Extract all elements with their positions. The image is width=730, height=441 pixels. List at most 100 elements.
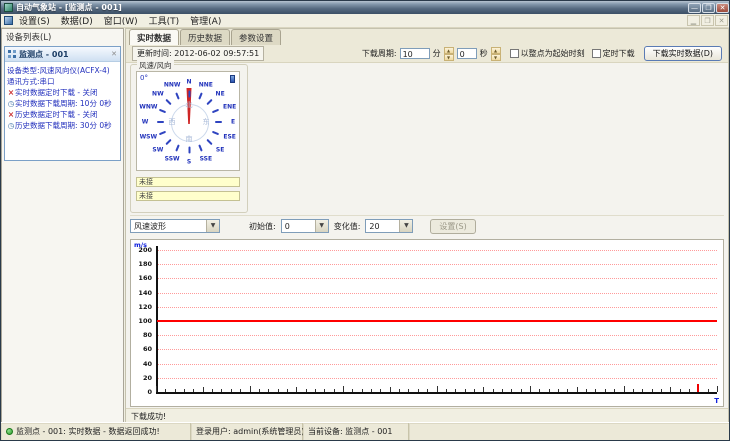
x-tick	[604, 389, 606, 392]
minutes-stepper[interactable]: ▲ ▼	[443, 47, 454, 61]
settings-button[interactable]: 设置(S)	[430, 218, 476, 234]
compass-direction-SSW: SSW	[164, 155, 180, 163]
menu-item-1[interactable]: 数据(D)	[61, 14, 93, 27]
gridline-y-60	[156, 349, 717, 351]
wind-direction-readout: 未接	[136, 191, 240, 201]
y-tick-label: 160	[138, 274, 152, 283]
x-tick	[371, 389, 373, 392]
x-tick	[586, 389, 588, 392]
x-tick	[688, 389, 690, 392]
y-tick-label: 20	[142, 373, 152, 382]
gridline-y-180	[156, 264, 717, 266]
compass-direction-SSE: SSE	[199, 155, 213, 163]
wind-speed-readout: 未接	[136, 177, 240, 187]
x-tick	[165, 389, 167, 392]
update-time-field: 更新时间: 2012-06-02 09:57:51	[132, 46, 265, 61]
x-tick	[576, 387, 578, 392]
x-tick	[380, 389, 382, 392]
compass-tick	[156, 121, 164, 123]
y-tick-label: 100	[138, 317, 152, 325]
menu-item-0[interactable]: 设置(S)	[19, 14, 50, 27]
y-tick-label: 0	[147, 388, 152, 396]
download-realtime-button[interactable]: 下载实时数据(D)	[643, 46, 722, 61]
tab-实时数据[interactable]: 实时数据	[129, 29, 180, 46]
initial-value-select[interactable]: 0 ▼	[280, 219, 329, 233]
device-info-line: ×历史数据定时下载 - 关闭	[7, 110, 98, 119]
clock-icon: ◷	[7, 121, 15, 130]
y-tick-label: 200	[138, 246, 152, 254]
chevron-down-icon[interactable]: ▼	[314, 220, 328, 232]
menu-item-2[interactable]: 窗口(W)	[104, 14, 138, 27]
panel-close-icon[interactable]: ✕	[111, 50, 117, 58]
tab-历史数据[interactable]: 历史数据	[180, 29, 231, 45]
chart-controls-row: 风速波形 ▼ 初始值: 0 ▼ 变化值: 20 ▼ 设置(S)	[130, 215, 724, 236]
seconds-stepper[interactable]: ▲ ▼	[490, 47, 501, 61]
checkbox-box[interactable]	[509, 49, 519, 58]
minutes-unit-label: 分	[432, 49, 441, 58]
y-tick-label: 80	[142, 331, 152, 340]
checkbox-box[interactable]	[591, 49, 601, 58]
x-tick	[614, 389, 616, 392]
menu-item-4[interactable]: 管理(A)	[190, 14, 221, 27]
close-button[interactable]: ✕	[716, 2, 729, 13]
compass-direction-S: S	[186, 158, 192, 166]
application-window: 自动气象站 - [监测点 - 001] — ❐ ✕ 设置(S) 数据(D) 窗口(W…	[0, 0, 730, 441]
x-tick	[501, 389, 503, 392]
x-tick	[333, 389, 335, 392]
compass-cn-north: 北	[185, 101, 193, 109]
y-tick-label: 40	[142, 359, 152, 368]
minimize-button[interactable]: —	[688, 2, 701, 13]
x-tick	[296, 387, 298, 392]
minutes-input[interactable]: 10	[399, 48, 430, 59]
x-tick	[212, 389, 214, 392]
statusbar: 监测点 - 001: 实时数据 - 数据返回成功! 登录用户: admin(系统…	[1, 422, 729, 440]
mdi-restore-button[interactable]: ❐	[701, 15, 714, 26]
x-tick	[455, 389, 457, 392]
x-tick	[156, 386, 157, 392]
x-tick	[361, 389, 363, 392]
gridline-y-40	[156, 363, 717, 365]
x-tick	[511, 389, 513, 392]
menubar: 设置(S) 数据(D) 窗口(W) 工具(T) 管理(A) ▁ ❐ ✕	[1, 14, 729, 28]
compass-direction-SW: SW	[152, 146, 164, 154]
compass-direction-NNE: NNE	[198, 81, 213, 89]
waveform-select[interactable]: 风速波形 ▼	[130, 219, 220, 233]
download-status-text: 下载成功!	[126, 408, 728, 422]
x-tick	[343, 386, 344, 392]
seconds-input[interactable]: 0	[456, 48, 477, 59]
x-tick	[558, 389, 560, 392]
mdi-minimize-button[interactable]: ▁	[687, 15, 700, 26]
device-status-text: 监测点 - 001: 实时数据 - 数据返回成功!	[16, 427, 160, 436]
gridline-y-80	[156, 335, 717, 337]
y-tick-label: 60	[142, 345, 152, 354]
restore-button[interactable]: ❐	[702, 2, 715, 13]
x-tick	[623, 386, 625, 392]
timed-download-checkbox[interactable]: 定时下载	[591, 48, 635, 59]
x-tick	[707, 389, 709, 392]
menu-item-3[interactable]: 工具(T)	[149, 14, 180, 27]
x-tick	[184, 389, 186, 392]
x-tick	[221, 389, 223, 392]
x-tick	[427, 389, 429, 392]
tab-参数设置[interactable]: 参数设置	[231, 29, 282, 45]
gridline-y-20	[156, 377, 717, 379]
device-panel[interactable]: 监测点 - 001 ✕ 设备类型:风速风向仪(ACFX-4) 通讯方式:串口 ×实时…	[4, 46, 121, 161]
gridline-y-120	[156, 306, 717, 308]
current-device-text: 当前设备: 监测点 - 001	[308, 427, 393, 436]
chevron-down-icon[interactable]: ▼	[206, 220, 219, 232]
start-on-hour-checkbox[interactable]: 以整点为起始时刻	[509, 48, 585, 59]
chevron-down-icon[interactable]: ▼	[399, 220, 413, 232]
device-list-header: 设备列表(L)	[6, 33, 52, 43]
compass-cn-south: 南	[185, 135, 193, 143]
compass-direction-E: E	[230, 118, 236, 126]
x-axis-label: T	[714, 397, 719, 405]
mdi-close-button[interactable]: ✕	[715, 15, 728, 26]
x-tick	[399, 389, 401, 392]
x-tick	[417, 389, 419, 392]
change-value-select[interactable]: 20 ▼	[365, 219, 414, 233]
clock-icon: ◷	[7, 99, 15, 108]
login-user-text: 登录用户: admin(系统管理员)	[196, 427, 305, 436]
x-tick	[679, 389, 681, 392]
current-position-marker	[697, 384, 700, 392]
status-ok-icon	[6, 428, 13, 435]
